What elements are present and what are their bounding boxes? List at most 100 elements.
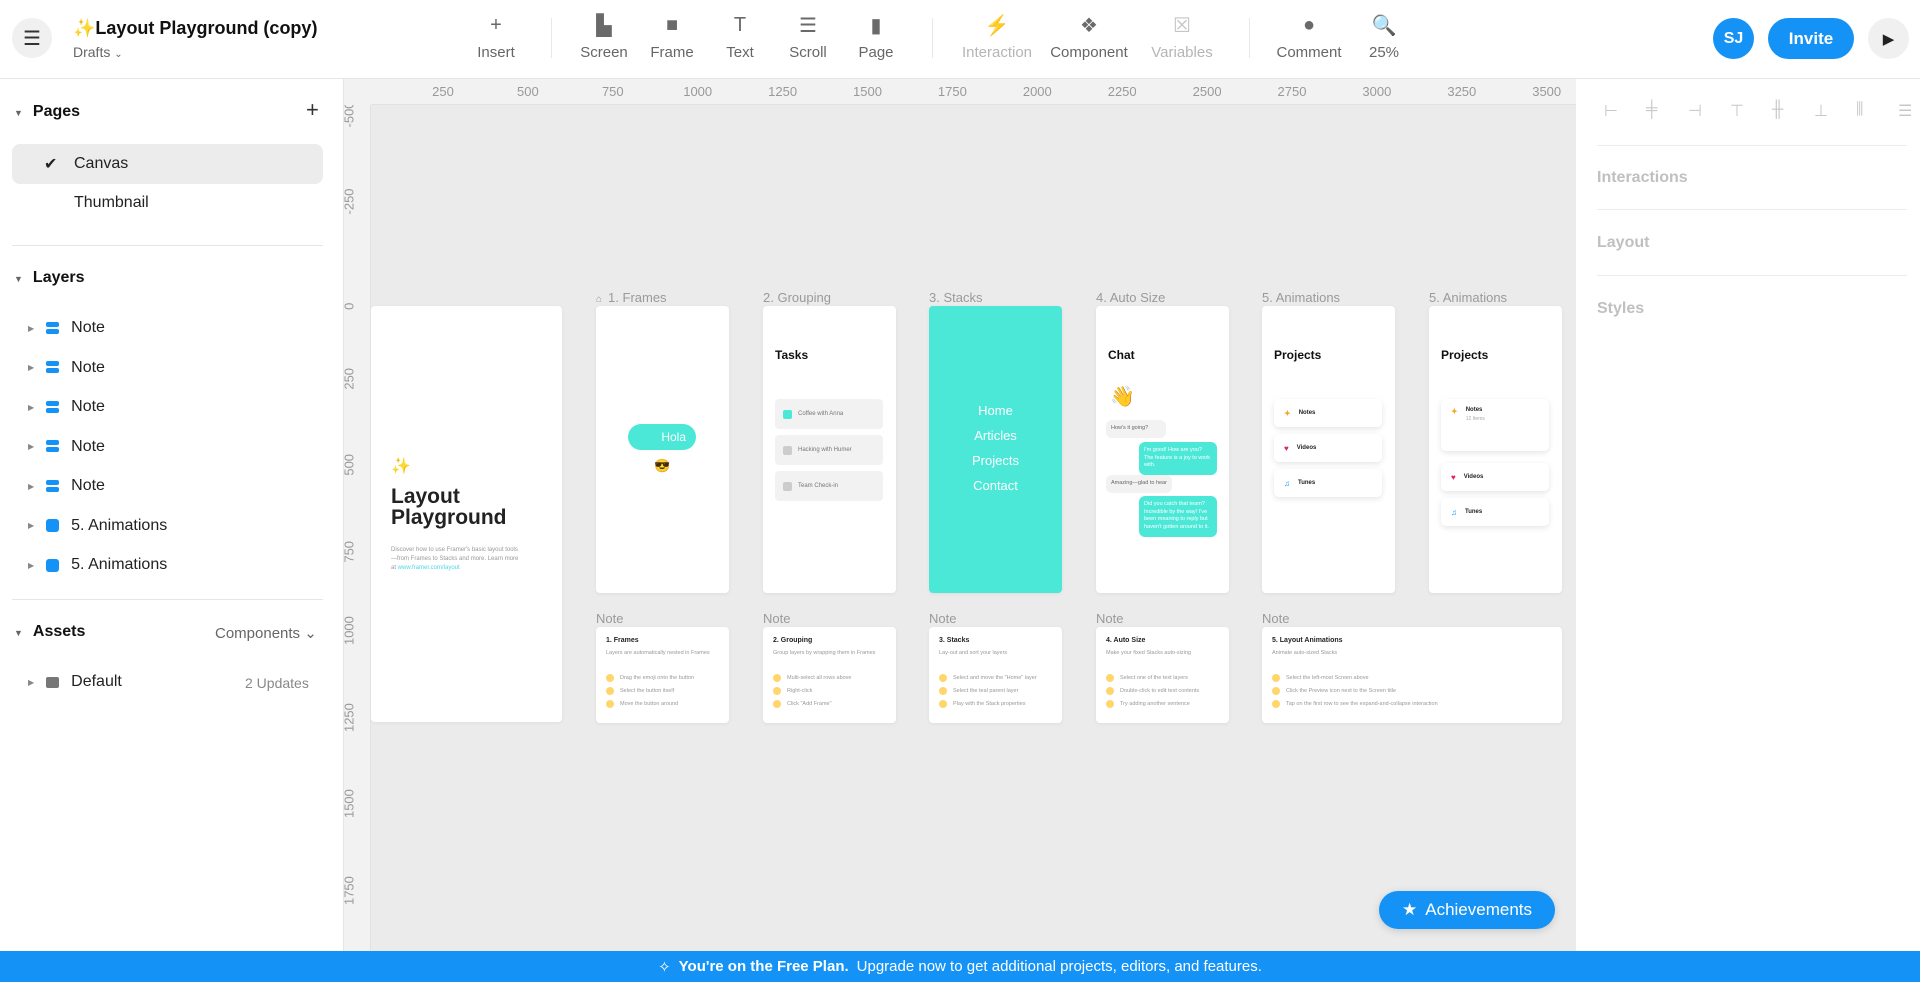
ruler-tick-label: 3250 <box>1447 84 1477 99</box>
frame-3[interactable]: Home Articles Projects Contact <box>929 306 1062 593</box>
caret-right-icon: ▶ <box>28 402 35 412</box>
project-location-dropdown[interactable]: Drafts ⌄ <box>73 44 123 60</box>
step-number-icon <box>939 674 947 682</box>
note-title: 3. Stacks <box>939 637 970 644</box>
frame-5[interactable]: Projects ✦ Notes ♥ Videos ♫ Tunes <box>1262 306 1395 593</box>
intro-link[interactable]: www.framer.com/layout <box>398 565 460 571</box>
caret-right-icon: ▶ <box>28 442 35 451</box>
checkbox-icon <box>783 481 792 491</box>
layer-item[interactable]: ▶ Note <box>28 319 105 337</box>
assets-header[interactable]: ▼ Assets <box>14 623 85 641</box>
note-subtitle: Make your fixed Stacks auto-sizing <box>1106 650 1191 656</box>
layer-item[interactable]: ▶ Note <box>28 477 105 495</box>
updates-badge: 2 Updates <box>245 675 309 691</box>
frame-6[interactable]: Projects ✦ Notes 12 Items ♥ Videos ♫ Tunes <box>1429 306 1562 593</box>
add-page-button[interactable]: + <box>306 97 319 123</box>
align-h-center-icon[interactable]: ╪ <box>1646 101 1657 119</box>
styles-section[interactable]: Styles <box>1597 300 1644 318</box>
intro-frame[interactable]: ✨ Layout Playground Discover how to use Fr… <box>371 306 562 722</box>
page-item-canvas[interactable]: ✔ Canvas <box>12 144 323 184</box>
ruler-tick-label: 1750 <box>937 84 967 99</box>
align-bottom-icon[interactable]: ⊥ <box>1814 101 1828 121</box>
step-text: Double-click to edit text contents <box>1120 688 1200 694</box>
upgrade-banner[interactable]: ✧ You're on the Free Plan. Upgrade now t… <box>0 951 1920 982</box>
tool-25zoom[interactable]: 🔍 25% <box>1334 12 1434 62</box>
frame-4[interactable]: Chat 👋 How's it going? I'm good! How are yo… <box>1096 306 1229 593</box>
menu-button[interactable]: ☰ <box>12 18 52 58</box>
nav-item[interactable]: Contact <box>929 478 1062 493</box>
vertical-ruler: -500 -250 0 250 500 750 1000 1250 1500 1750 <box>344 79 371 951</box>
ruler-tick-label: 250 <box>432 84 454 99</box>
tool-component[interactable]: ❖ Component <box>1039 12 1139 62</box>
align-right-icon[interactable]: ⊣ <box>1688 101 1702 121</box>
invite-button[interactable]: Invite <box>1768 18 1854 59</box>
layer-item[interactable]: ▶ Note <box>28 359 105 377</box>
hola-button[interactable]: Hola <box>628 424 696 450</box>
note-step: Double-click to edit text contents <box>1106 687 1219 695</box>
left-sidebar: ▼ Pages + ✔ Canvas Thumbnail ▼ Layers ▼ Ass… <box>0 79 344 951</box>
align-v-center-icon[interactable]: ╫ <box>1772 101 1783 119</box>
sparkle-icon: ✨ <box>391 458 411 475</box>
note-card[interactable]: 2. Grouping Group layers by wrapping them… <box>763 627 896 723</box>
project-row[interactable]: ♥ Videos <box>1274 434 1382 462</box>
align-left-icon[interactable]: ⊢ <box>1604 101 1618 121</box>
nav-item[interactable]: Articles <box>929 428 1062 443</box>
project-title[interactable]: ✨Layout Playground (copy) <box>73 18 317 39</box>
caret-right-icon: ▶ <box>28 560 35 570</box>
frame-2[interactable]: Tasks Coffee with Anna Hacking with Humer T… <box>763 306 896 593</box>
project-row[interactable]: ✦ Notes 12 Items <box>1441 399 1549 451</box>
project-row[interactable]: ♫ Tunes <box>1441 498 1549 526</box>
task-row[interactable]: Team Check-in <box>775 471 883 501</box>
stack-icon <box>46 361 60 374</box>
ruler-tick-label: 250 <box>344 367 357 390</box>
layout-section[interactable]: Layout <box>1597 234 1649 252</box>
intro-description: Discover how to use Framer's basic layou… <box>391 547 519 571</box>
layer-item[interactable]: ▶ 5. Animations <box>28 517 167 535</box>
heart-icon: ♥ <box>1451 472 1456 482</box>
distribute-v-icon[interactable]: ☰ <box>1898 101 1912 121</box>
project-row[interactable]: ✦ Notes <box>1274 399 1382 427</box>
hamburger-icon: ☰ <box>23 27 41 50</box>
canvas[interactable]: Intro✨Layout PlaygroundDiscover how to u… <box>344 79 1576 951</box>
achievements-button[interactable]: ★ Achievements <box>1379 891 1555 929</box>
align-top-icon[interactable]: ⊤ <box>1730 101 1744 121</box>
preview-button[interactable]: ▶ <box>1868 18 1909 59</box>
note-step: Right-click <box>773 687 886 695</box>
project-label: Videos <box>1463 474 1484 480</box>
tool-variables[interactable]: ☒ Variables <box>1132 12 1232 62</box>
distribute-h-icon[interactable]: ⫼ <box>1856 101 1863 119</box>
project-row[interactable]: ♫ Tunes <box>1274 469 1382 497</box>
project-row[interactable]: ♥ Videos <box>1441 463 1549 491</box>
nav-item[interactable]: Projects <box>929 453 1062 468</box>
step-text: Select the button itself <box>620 688 675 694</box>
task-row[interactable]: Hacking with Humer <box>775 435 883 465</box>
task-row[interactable]: Coffee with Anna <box>775 399 883 429</box>
asset-item-default[interactable]: ▶ Default <box>28 673 122 691</box>
note-title: 4. Auto Size <box>1106 637 1146 644</box>
ruler-tick-label: 750 <box>344 540 357 563</box>
interactions-section[interactable]: Interactions <box>1597 169 1688 187</box>
layer-item[interactable]: ▶ Note <box>28 398 105 416</box>
nav-item[interactable]: Home <box>929 403 1062 418</box>
layer-item[interactable]: ▶ Note <box>28 438 105 456</box>
step-text: Right-click <box>787 688 813 694</box>
step-text: Select one of the text layers <box>1120 675 1188 681</box>
assets-filter-dropdown[interactable]: Components ⌄ <box>215 624 317 642</box>
note-card[interactable]: 3. Stacks Lay-out and sort your layers Sel… <box>929 627 1062 723</box>
note-card[interactable]: 5. Layout Animations Animate auto-sized S… <box>1262 627 1562 723</box>
frame-1[interactable]: Hola 😎 <box>596 306 729 593</box>
frame-label-text: 5. Animations <box>1262 290 1341 305</box>
note-card[interactable]: 4. Auto Size Make your fixed Stacks auto-… <box>1096 627 1229 723</box>
frame-label: 3. Stacks <box>929 290 982 305</box>
ruler-tick-label: -250 <box>344 187 357 214</box>
tool-page[interactable]: ▮ Page <box>826 12 926 62</box>
layers-header[interactable]: ▼ Layers <box>14 269 85 287</box>
page-item-thumbnail[interactable]: Thumbnail <box>74 194 314 212</box>
note-card[interactable]: 1. Frames Layers are automatically nested… <box>596 627 729 723</box>
tool-insert[interactable]: + Insert <box>446 12 546 62</box>
avatar[interactable]: SJ <box>1713 18 1754 59</box>
layer-item[interactable]: ▶ 5. Animations <box>28 556 167 574</box>
tool-label: 25% <box>1368 44 1400 61</box>
tool-interaction[interactable]: ⚡ Interaction <box>947 12 1047 62</box>
pages-header[interactable]: ▼ Pages <box>14 103 80 121</box>
